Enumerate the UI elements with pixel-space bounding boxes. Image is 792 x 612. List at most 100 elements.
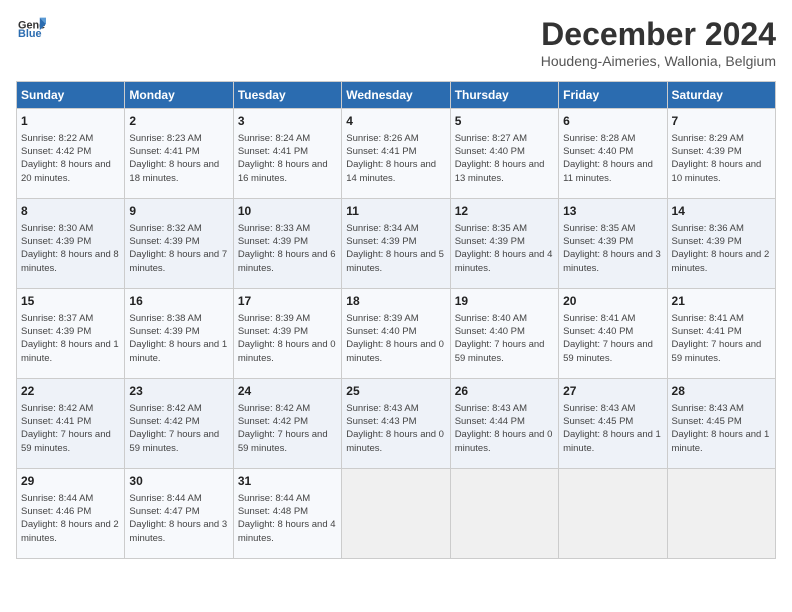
day-number: 8 <box>21 203 120 220</box>
day-info: Sunrise: 8:28 AMSunset: 4:40 PMDaylight:… <box>563 132 662 185</box>
calendar-cell <box>559 469 667 559</box>
calendar-cell: 26 Sunrise: 8:43 AMSunset: 4:44 PMDayligh… <box>450 379 558 469</box>
day-info: Sunrise: 8:43 AMSunset: 4:45 PMDaylight:… <box>672 402 771 455</box>
calendar-cell: 28 Sunrise: 8:43 AMSunset: 4:45 PMDayligh… <box>667 379 775 469</box>
day-info: Sunrise: 8:24 AMSunset: 4:41 PMDaylight:… <box>238 132 337 185</box>
week-row-5: 29 Sunrise: 8:44 AMSunset: 4:46 PMDayligh… <box>17 469 776 559</box>
calendar-cell: 6Sunrise: 8:28 AMSunset: 4:40 PMDaylight… <box>559 109 667 199</box>
svg-text:Blue: Blue <box>18 28 42 38</box>
day-info: Sunrise: 8:42 AMSunset: 4:42 PMDaylight:… <box>238 402 337 455</box>
day-info: Sunrise: 8:33 AMSunset: 4:39 PMDaylight:… <box>238 222 337 275</box>
day-number: 2 <box>129 113 228 130</box>
calendar-cell: 17Sunrise: 8:39 AMSunset: 4:39 PMDayligh… <box>233 289 341 379</box>
calendar-cell: 4 Sunrise: 8:26 AMSunset: 4:41 PMDaylight… <box>342 109 450 199</box>
calendar-cell: 30Sunrise: 8:44 AMSunset: 4:47 PMDayligh… <box>125 469 233 559</box>
day-info: Sunrise: 8:44 AMSunset: 4:46 PMDaylight:… <box>21 492 120 545</box>
day-info: Sunrise: 8:23 AMSunset: 4:41 PMDaylight:… <box>129 132 228 185</box>
calendar-cell: 27 Sunrise: 8:43 AMSunset: 4:45 PMDayligh… <box>559 379 667 469</box>
day-number: 25 <box>346 383 445 400</box>
day-info: Sunrise: 8:22 AMSunset: 4:42 PMDaylight:… <box>21 132 120 185</box>
day-info: Sunrise: 8:42 AMSunset: 4:42 PMDaylight:… <box>129 402 228 455</box>
day-number: 22 <box>21 383 120 400</box>
day-number: 21 <box>672 293 771 310</box>
day-number: 24 <box>238 383 337 400</box>
day-number: 3 <box>238 113 337 130</box>
calendar-cell: 10Sunrise: 8:33 AMSunset: 4:39 PMDayligh… <box>233 199 341 289</box>
day-number: 9 <box>129 203 228 220</box>
day-number: 27 <box>563 383 662 400</box>
day-header-thursday: Thursday <box>450 82 558 109</box>
day-number: 17 <box>238 293 337 310</box>
month-title: December 2024 <box>541 16 776 53</box>
location-title: Houdeng-Aimeries, Wallonia, Belgium <box>541 53 776 69</box>
logo-icon: General Blue <box>18 16 46 38</box>
day-info: Sunrise: 8:29 AMSunset: 4:39 PMDaylight:… <box>672 132 771 185</box>
logo: General Blue <box>16 16 46 38</box>
day-number: 7 <box>672 113 771 130</box>
day-info: Sunrise: 8:37 AMSunset: 4:39 PMDaylight:… <box>21 312 120 365</box>
calendar-cell: 1 Sunrise: 8:22 AMSunset: 4:42 PMDaylight… <box>17 109 125 199</box>
calendar-cell: 7 Sunrise: 8:29 AMSunset: 4:39 PMDaylight… <box>667 109 775 199</box>
calendar-cell: 21 Sunrise: 8:41 AMSunset: 4:41 PMDayligh… <box>667 289 775 379</box>
title-area: December 2024 Houdeng-Aimeries, Wallonia… <box>541 16 776 69</box>
day-number: 28 <box>672 383 771 400</box>
day-info: Sunrise: 8:43 AMSunset: 4:43 PMDaylight:… <box>346 402 445 455</box>
day-number: 18 <box>346 293 445 310</box>
day-header-monday: Monday <box>125 82 233 109</box>
day-number: 1 <box>21 113 120 130</box>
calendar-cell: 20 Sunrise: 8:41 AMSunset: 4:40 PMDayligh… <box>559 289 667 379</box>
calendar-cell: 3 Sunrise: 8:24 AMSunset: 4:41 PMDaylight… <box>233 109 341 199</box>
calendar-cell <box>342 469 450 559</box>
week-row-3: 15Sunrise: 8:37 AMSunset: 4:39 PMDayligh… <box>17 289 776 379</box>
calendar-cell: 11 Sunrise: 8:34 AMSunset: 4:39 PMDayligh… <box>342 199 450 289</box>
day-info: Sunrise: 8:41 AMSunset: 4:41 PMDaylight:… <box>672 312 771 365</box>
calendar-cell <box>667 469 775 559</box>
day-number: 12 <box>455 203 554 220</box>
day-info: Sunrise: 8:35 AMSunset: 4:39 PMDaylight:… <box>563 222 662 275</box>
day-info: Sunrise: 8:43 AMSunset: 4:45 PMDaylight:… <box>563 402 662 455</box>
day-info: Sunrise: 8:36 AMSunset: 4:39 PMDaylight:… <box>672 222 771 275</box>
week-row-4: 22 Sunrise: 8:42 AMSunset: 4:41 PMDayligh… <box>17 379 776 469</box>
day-info: Sunrise: 8:43 AMSunset: 4:44 PMDaylight:… <box>455 402 554 455</box>
calendar-cell: 12 Sunrise: 8:35 AMSunset: 4:39 PMDayligh… <box>450 199 558 289</box>
days-header-row: SundayMondayTuesdayWednesdayThursdayFrid… <box>17 82 776 109</box>
day-info: Sunrise: 8:30 AMSunset: 4:39 PMDaylight:… <box>21 222 120 275</box>
day-header-friday: Friday <box>559 82 667 109</box>
day-number: 23 <box>129 383 228 400</box>
day-info: Sunrise: 8:26 AMSunset: 4:41 PMDaylight:… <box>346 132 445 185</box>
day-header-saturday: Saturday <box>667 82 775 109</box>
calendar-cell: 25 Sunrise: 8:43 AMSunset: 4:43 PMDayligh… <box>342 379 450 469</box>
calendar-cell: 2 Sunrise: 8:23 AMSunset: 4:41 PMDaylight… <box>125 109 233 199</box>
header: General Blue December 2024 Houdeng-Aimer… <box>16 16 776 69</box>
day-number: 4 <box>346 113 445 130</box>
day-info: Sunrise: 8:44 AMSunset: 4:47 PMDaylight:… <box>129 492 228 545</box>
calendar-cell: 19Sunrise: 8:40 AMSunset: 4:40 PMDayligh… <box>450 289 558 379</box>
calendar-cell: 18 Sunrise: 8:39 AMSunset: 4:40 PMDayligh… <box>342 289 450 379</box>
day-info: Sunrise: 8:32 AMSunset: 4:39 PMDaylight:… <box>129 222 228 275</box>
day-header-wednesday: Wednesday <box>342 82 450 109</box>
calendar-table: SundayMondayTuesdayWednesdayThursdayFrid… <box>16 81 776 559</box>
day-info: Sunrise: 8:42 AMSunset: 4:41 PMDaylight:… <box>21 402 120 455</box>
calendar-cell: 22 Sunrise: 8:42 AMSunset: 4:41 PMDayligh… <box>17 379 125 469</box>
day-number: 11 <box>346 203 445 220</box>
day-number: 19 <box>455 293 554 310</box>
day-info: Sunrise: 8:41 AMSunset: 4:40 PMDaylight:… <box>563 312 662 365</box>
day-number: 26 <box>455 383 554 400</box>
day-number: 20 <box>563 293 662 310</box>
calendar-cell: 14 Sunrise: 8:36 AMSunset: 4:39 PMDayligh… <box>667 199 775 289</box>
day-number: 29 <box>21 473 120 490</box>
day-number: 31 <box>238 473 337 490</box>
day-info: Sunrise: 8:35 AMSunset: 4:39 PMDaylight:… <box>455 222 554 275</box>
day-number: 13 <box>563 203 662 220</box>
calendar-cell: 24 Sunrise: 8:42 AMSunset: 4:42 PMDayligh… <box>233 379 341 469</box>
week-row-2: 8 Sunrise: 8:30 AMSunset: 4:39 PMDaylight… <box>17 199 776 289</box>
calendar-cell: 8 Sunrise: 8:30 AMSunset: 4:39 PMDaylight… <box>17 199 125 289</box>
week-row-1: 1 Sunrise: 8:22 AMSunset: 4:42 PMDaylight… <box>17 109 776 199</box>
day-header-sunday: Sunday <box>17 82 125 109</box>
day-info: Sunrise: 8:34 AMSunset: 4:39 PMDaylight:… <box>346 222 445 275</box>
day-info: Sunrise: 8:27 AMSunset: 4:40 PMDaylight:… <box>455 132 554 185</box>
day-number: 16 <box>129 293 228 310</box>
day-info: Sunrise: 8:39 AMSunset: 4:40 PMDaylight:… <box>346 312 445 365</box>
day-number: 14 <box>672 203 771 220</box>
calendar-cell: 31Sunrise: 8:44 AMSunset: 4:48 PMDayligh… <box>233 469 341 559</box>
